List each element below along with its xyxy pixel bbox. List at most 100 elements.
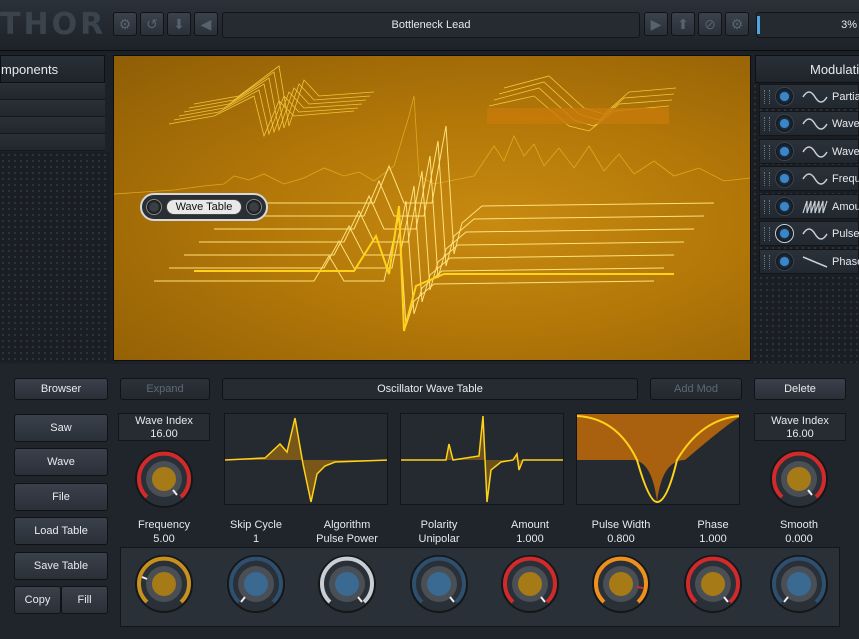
list-item[interactable] [0, 83, 105, 100]
play-icon[interactable]: ▶ [644, 12, 668, 36]
up-icon[interactable]: ⬆ [671, 12, 695, 36]
smooth-knob[interactable] [768, 553, 830, 615]
next-circle-icon[interactable] [246, 199, 262, 215]
add-mod-button[interactable]: Add Mod [650, 378, 742, 400]
param-name: Pulse Width [591, 519, 651, 531]
mod-item-label: Partia [832, 91, 859, 103]
mod-knob-icon[interactable] [775, 142, 794, 161]
frequency-knob[interactable] [133, 553, 195, 615]
wave-table-tag[interactable]: Wave Table [140, 193, 268, 221]
param-value: Pulse Power [316, 533, 378, 545]
delete-button[interactable]: Delete [754, 378, 846, 400]
drag-handle-icon[interactable] [764, 90, 770, 104]
mod-item-wave[interactable]: Wave [759, 111, 859, 136]
mod-item-label: Wave [832, 146, 859, 158]
mod-item-label: Frequ [832, 173, 859, 185]
waveform-preview-2[interactable] [400, 413, 564, 505]
waveform-graphic [401, 415, 563, 503]
mod-item-wave[interactable]: Wave [759, 139, 859, 164]
drag-handle-icon[interactable] [764, 145, 770, 159]
param-name: Frequency [138, 519, 190, 531]
mod-knob-icon[interactable] [775, 87, 794, 106]
expand-button[interactable]: Expand [120, 378, 210, 400]
components-list [0, 83, 105, 151]
param-value: 1 [252, 533, 260, 545]
mod-knob-icon[interactable] [775, 169, 794, 188]
wave-table-label: Wave Table [166, 199, 242, 215]
mod-item-label: Wave [832, 118, 859, 130]
list-item[interactable] [0, 117, 105, 134]
copy-button[interactable]: Copy [14, 586, 61, 614]
drag-handle-icon[interactable] [764, 172, 770, 186]
list-item[interactable] [0, 134, 105, 151]
param-value: 0.000 [785, 533, 813, 545]
pulse-width-knob[interactable] [590, 553, 652, 615]
param-algorithm: Algorithm Pulse Power [307, 518, 387, 546]
wave-index-value: 16.00 [150, 428, 178, 440]
undo-icon[interactable]: ↺ [140, 12, 164, 36]
cpu-percent: 3% [841, 19, 857, 31]
list-item[interactable] [0, 100, 105, 117]
param-name: Smooth [780, 519, 818, 531]
param-polarity: Polarity Unipolar [399, 518, 479, 546]
phase-knob[interactable] [682, 553, 744, 615]
gear-icon[interactable]: ⚙ [113, 12, 137, 36]
wave-button[interactable]: Wave [14, 448, 108, 476]
waveform-graphic [225, 417, 387, 503]
wave-index-right-knob[interactable] [768, 448, 830, 510]
waveform-preview-3[interactable] [576, 413, 740, 505]
oscillator-title: Oscillator Wave Table [222, 378, 638, 400]
saw-button[interactable]: Saw [14, 414, 108, 442]
mod-item-pulse[interactable]: Pulse [759, 221, 859, 246]
gear-icon[interactable]: ⚙ [725, 12, 749, 36]
load-table-button[interactable]: Load Table [14, 517, 108, 545]
file-button[interactable]: File [14, 483, 108, 511]
wave-index-left-knob[interactable] [133, 448, 195, 510]
param-amount: Amount 1.000 [490, 518, 570, 546]
wave-index-value: 16.00 [786, 428, 814, 440]
waveform-preview-1[interactable] [224, 413, 388, 505]
param-value: 1.000 [516, 533, 544, 545]
patch-name-display[interactable]: Bottleneck Lead [222, 12, 640, 38]
drag-handle-icon[interactable] [764, 255, 770, 269]
algorithm-knob[interactable] [316, 553, 378, 615]
param-name: Algorithm [323, 519, 371, 531]
modulation-title: Modulatio [810, 61, 859, 77]
mod-item-frequency[interactable]: Frequ [759, 166, 859, 191]
mod-item-amount[interactable]: Amou [759, 194, 859, 219]
components-title: mponents [1, 61, 59, 77]
param-frequency: Frequency 5.00 [124, 518, 204, 546]
wave-index-left-readout: Wave Index 16.00 [118, 413, 210, 441]
app-logo: THOR [0, 10, 107, 40]
left-arrow-icon[interactable]: ◀ [194, 12, 218, 36]
amount-knob[interactable] [499, 553, 561, 615]
prev-circle-icon[interactable] [146, 199, 162, 215]
sine-wave-icon [802, 146, 828, 158]
cpu-meter: 3% [756, 12, 859, 38]
mod-knob-icon[interactable] [775, 114, 794, 133]
skip-cycle-knob[interactable] [225, 553, 287, 615]
mod-item-phase[interactable]: Phase [759, 249, 859, 274]
mod-item-partial[interactable]: Partia [759, 84, 859, 109]
mod-item-label: Phase [832, 256, 859, 268]
mod-knob-icon[interactable] [775, 252, 794, 271]
drag-handle-icon[interactable] [764, 200, 770, 214]
fill-button[interactable]: Fill [61, 586, 108, 614]
no-icon[interactable]: ⊘ [698, 12, 722, 36]
param-skip-cycle: Skip Cycle 1 [216, 518, 296, 546]
download-icon[interactable]: ⬇ [167, 12, 191, 36]
polarity-knob[interactable] [408, 553, 470, 615]
browser-button[interactable]: Browser [14, 378, 108, 400]
mod-knob-icon[interactable] [775, 197, 794, 216]
sine-wave-icon [802, 173, 828, 185]
param-name: Phase [697, 519, 729, 531]
mod-knob-icon[interactable] [775, 224, 794, 243]
components-panel-header: mponents [0, 55, 105, 83]
sine-wave-icon [802, 228, 828, 240]
top-bar: THOR ⚙ ↺ ⬇ ◀ Bottleneck Lead ▶ ⬆ ⊘ ⚙ 3% [0, 0, 859, 51]
drag-handle-icon[interactable] [764, 117, 770, 131]
mod-item-label: Amou [832, 201, 859, 213]
drag-handle-icon[interactable] [764, 227, 770, 241]
param-phase: Phase 1.000 [673, 518, 753, 546]
save-table-button[interactable]: Save Table [14, 552, 108, 580]
